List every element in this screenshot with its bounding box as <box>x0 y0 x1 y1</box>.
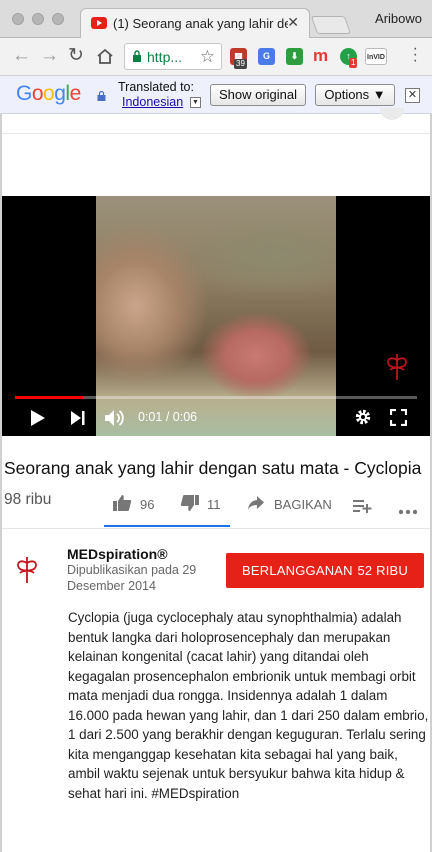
translate-bar-close-icon[interactable]: ✕ <box>405 88 420 103</box>
minimize-window-button[interactable] <box>32 13 44 25</box>
publish-date: Dipublikasikan pada 29 Desember 2014 <box>67 563 197 593</box>
volume-icon[interactable] <box>104 408 126 428</box>
next-video-icon[interactable] <box>70 410 86 426</box>
secure-lock-icon <box>133 50 141 62</box>
translate-bar: Google Translated to: Indonesian ▼ Show … <box>0 76 432 114</box>
thumbs-down-icon <box>180 495 199 511</box>
tab-close-icon[interactable]: ✕ <box>287 14 299 31</box>
video-player[interactable]: 0:01 / 0:06 <box>0 196 432 436</box>
translated-to-label: Translated to: <box>118 80 194 94</box>
forward-arrow-icon[interactable]: → <box>40 45 59 67</box>
thumbs-up-icon <box>113 495 132 511</box>
tab-title: (1) Seorang anak yang lahir dengan satu … <box>113 16 288 31</box>
share-label: BAGIKAN <box>274 497 332 512</box>
duration: 0:06 <box>172 410 198 424</box>
view-count: 98 ribu <box>4 491 52 508</box>
language-dropdown-icon[interactable]: ▼ <box>190 97 201 108</box>
subscriber-count: 52 RIBU <box>357 563 408 578</box>
divider <box>0 528 432 529</box>
subscribe-button[interactable]: BERLANGGANAN 52 RIBU <box>226 553 424 588</box>
bookmark-star-icon[interactable]: ☆ <box>200 47 215 67</box>
channel-avatar-icon[interactable] <box>10 553 44 587</box>
youtube-favicon-icon <box>91 17 107 29</box>
share-button[interactable]: BAGIKAN <box>247 494 332 514</box>
browser-toolbar: ← → ↻ http... ☆ ▦ 39 G ⬇ m ↑ 1 InVID · · · <box>0 38 432 76</box>
address-bar[interactable]: http... ☆ <box>124 43 222 70</box>
reload-icon[interactable]: ↻ <box>68 45 84 67</box>
translate-options-button[interactable]: Options ▼ <box>315 84 395 106</box>
window-border-left <box>0 114 2 852</box>
progress-bar-played <box>15 396 84 399</box>
dislike-count: 11 <box>207 497 221 512</box>
translated-language-link[interactable]: Indonesian <box>122 95 183 109</box>
close-window-button[interactable] <box>12 13 24 25</box>
current-time: 0:01 <box>138 410 163 424</box>
progress-bar[interactable] <box>15 396 417 399</box>
download-extension-icon[interactable]: ⬇ <box>286 48 303 65</box>
share-arrow-icon <box>248 496 264 510</box>
page-top-strip <box>0 108 432 134</box>
show-original-button[interactable]: Show original <box>210 84 306 106</box>
like-count: 96 <box>140 497 155 512</box>
browser-titlebar: (1) Seorang anak yang lahir dengan satu … <box>0 0 432 38</box>
like-button[interactable]: 96 <box>112 494 162 514</box>
translate-lock-icon <box>97 91 106 101</box>
browser-menu-icon[interactable]: · · · <box>413 41 418 69</box>
dislike-button[interactable]: 11 <box>180 494 224 514</box>
video-title: Seorang anak yang lahir dengan satu mata… <box>4 458 422 478</box>
back-arrow-icon[interactable]: ← <box>12 45 31 67</box>
invid-extension-icon[interactable]: InVID <box>365 48 387 65</box>
zoom-window-button[interactable] <box>52 13 64 25</box>
active-tab-underline <box>104 525 230 527</box>
new-tab-button[interactable] <box>310 16 352 34</box>
google-translate-extension-icon[interactable]: G <box>258 48 275 65</box>
medspiration-watermark-icon <box>387 354 407 380</box>
more-actions-icon[interactable] <box>398 502 418 522</box>
play-icon[interactable] <box>30 409 46 427</box>
settings-gear-icon[interactable] <box>354 408 372 426</box>
subscribe-label: BERLANGGANAN <box>242 563 353 578</box>
google-logo: Google <box>16 82 81 105</box>
video-frame[interactable] <box>96 196 336 436</box>
url-text: http... <box>147 49 183 65</box>
browser-tab-active[interactable]: (1) Seorang anak yang lahir dengan satu … <box>80 8 310 38</box>
profile-name[interactable]: Aribowo <box>375 11 422 26</box>
channel-name[interactable]: MEDspiration® <box>67 546 168 562</box>
green-circle-badge: 1 <box>349 58 358 68</box>
time-display: 0:01 / 0:06 <box>138 410 198 424</box>
add-to-playlist-icon[interactable] <box>352 496 372 516</box>
video-description: Cyclopia (juga cyclocephaly atau synopht… <box>68 610 429 801</box>
m-extension-icon[interactable]: m <box>312 47 329 65</box>
calendar-badge: 39 <box>234 59 247 69</box>
fullscreen-icon[interactable] <box>390 409 407 426</box>
home-icon[interactable] <box>96 48 114 64</box>
